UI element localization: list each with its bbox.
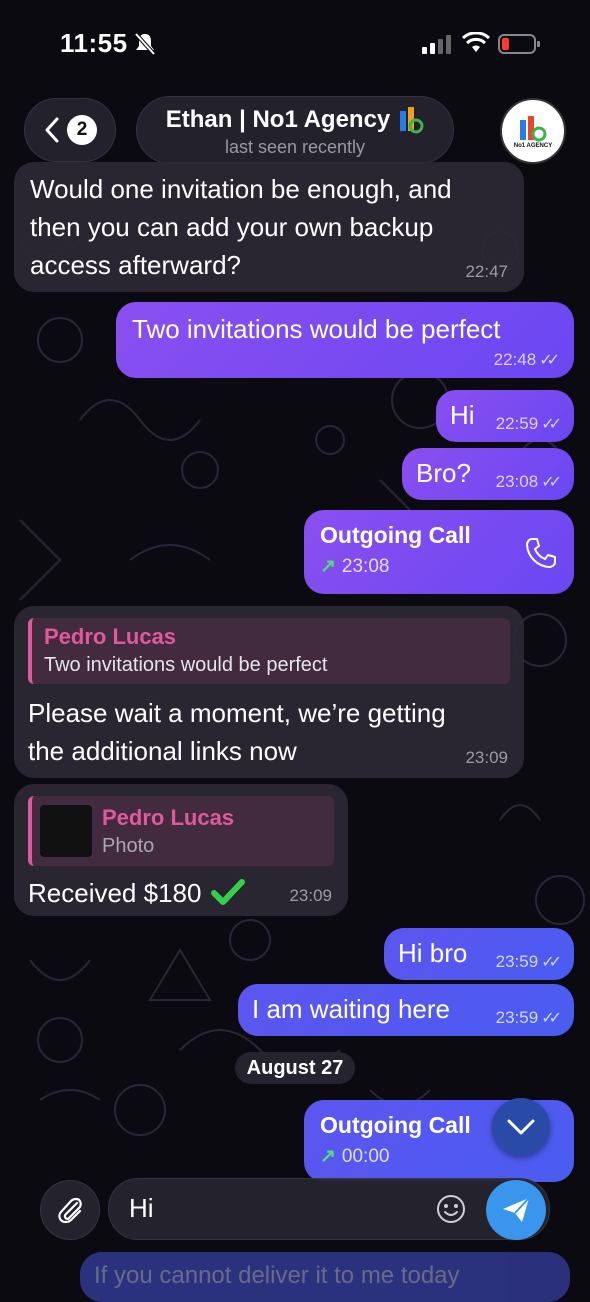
message-text: Would one invitation be enough, and: [30, 174, 452, 204]
chat-title[interactable]: Ethan | No1 Agency last seen recently: [136, 96, 454, 164]
check-mark-icon: [211, 879, 246, 905]
message-text: Please wait a moment, we’re getting: [28, 698, 446, 728]
message-incoming[interactable]: Would one invitation be enough, and then…: [14, 162, 524, 292]
message-time: 23:59: [495, 1008, 539, 1027]
message-time: 22:47: [465, 262, 508, 281]
chevron-left-icon: [45, 117, 59, 143]
agency-logo-icon: [400, 107, 424, 134]
signal-icon: [422, 35, 451, 54]
call-title: Outgoing Call: [320, 522, 471, 548]
double-check-icon: ✓✓: [541, 474, 562, 491]
message-outgoing[interactable]: Bro? 23:08 ✓✓: [402, 448, 574, 500]
wifi-icon: [462, 32, 490, 52]
outgoing-arrow-icon: ↗: [320, 1146, 336, 1167]
message-time: 23:09: [289, 886, 332, 905]
call-message[interactable]: Outgoing Call ↗ 23:08: [304, 510, 574, 594]
unread-count-badge: 2: [67, 115, 97, 145]
back-button[interactable]: 2: [24, 98, 116, 162]
double-check-icon: ✓✓: [541, 416, 562, 433]
date-separator: August 27: [235, 1052, 355, 1084]
message-time: 23:09: [465, 748, 508, 767]
agency-logo-icon: [520, 115, 547, 141]
message-text: Bro?: [416, 458, 471, 488]
message-incoming[interactable]: Pedro Lucas Photo Received $180 23:09: [14, 784, 348, 916]
partially-visible-message: If you cannot deliver it to me today: [80, 1252, 570, 1302]
status-time: 11:55: [60, 28, 128, 58]
message-outgoing[interactable]: Hi 22:59 ✓✓: [436, 390, 574, 442]
message-text: Received $180: [28, 878, 202, 908]
message-time: 22:59: [495, 414, 539, 433]
scroll-down-button[interactable]: [492, 1098, 550, 1156]
call-time: 00:00: [341, 1145, 390, 1167]
mute-bell-icon: [134, 32, 156, 56]
message-time: 23:08: [495, 472, 539, 491]
reply-author: Pedro Lucas: [44, 624, 177, 649]
input-value: Hi: [129, 1193, 154, 1223]
message-text: I am waiting here: [252, 994, 450, 1024]
phone-icon[interactable]: [524, 536, 558, 570]
send-button[interactable]: [486, 1180, 546, 1240]
avatar[interactable]: No1 AGENCY: [500, 98, 566, 164]
battery-low-icon: [498, 34, 540, 54]
attach-button[interactable]: [40, 1180, 100, 1240]
double-check-icon: ✓✓: [541, 954, 562, 971]
avatar-brand: No1 AGENCY: [513, 142, 553, 149]
emoji-icon[interactable]: [435, 1193, 467, 1225]
paperclip-icon: [58, 1197, 82, 1224]
double-check-icon: ✓✓: [539, 352, 560, 369]
message-text: access afterward?: [30, 250, 241, 280]
reply-author: Pedro Lucas: [102, 804, 235, 830]
message-incoming[interactable]: Pedro Lucas Two invitations would be per…: [14, 606, 524, 778]
chat-status: last seen recently: [224, 137, 366, 157]
message-text: the additional links now: [28, 736, 297, 766]
photo-thumbnail: [40, 805, 92, 857]
message-outgoing[interactable]: Two invitations would be perfect 22:48 ✓…: [116, 302, 574, 378]
message-outgoing[interactable]: Hi bro 23:59 ✓✓: [384, 928, 574, 980]
message-text: Two invitations would be perfect: [132, 314, 501, 344]
message-input[interactable]: Hi: [108, 1178, 550, 1240]
reply-preview[interactable]: Pedro Lucas Two invitations would be per…: [28, 618, 510, 684]
double-check-icon: ✓✓: [541, 1010, 562, 1027]
message-text: Hi: [450, 400, 475, 430]
reply-text: Two invitations would be perfect: [44, 654, 328, 676]
message-text: If you cannot deliver it to me today: [94, 1262, 460, 1289]
call-time: 23:08: [341, 555, 390, 577]
message-text: then you can add your own backup: [30, 212, 434, 242]
outgoing-arrow-icon: ↗: [320, 556, 336, 577]
reply-preview[interactable]: Pedro Lucas Photo: [28, 796, 334, 866]
message-text: Hi bro: [398, 938, 468, 968]
chat-name: Ethan | No1 Agency: [165, 106, 391, 133]
message-time: 23:59: [495, 952, 539, 971]
reply-text: Photo: [102, 834, 155, 857]
message-time: 22:48: [493, 350, 537, 369]
send-icon: [503, 1197, 530, 1222]
message-outgoing[interactable]: I am waiting here 23:59 ✓✓: [238, 984, 574, 1036]
chevron-down-icon: [507, 1119, 535, 1135]
